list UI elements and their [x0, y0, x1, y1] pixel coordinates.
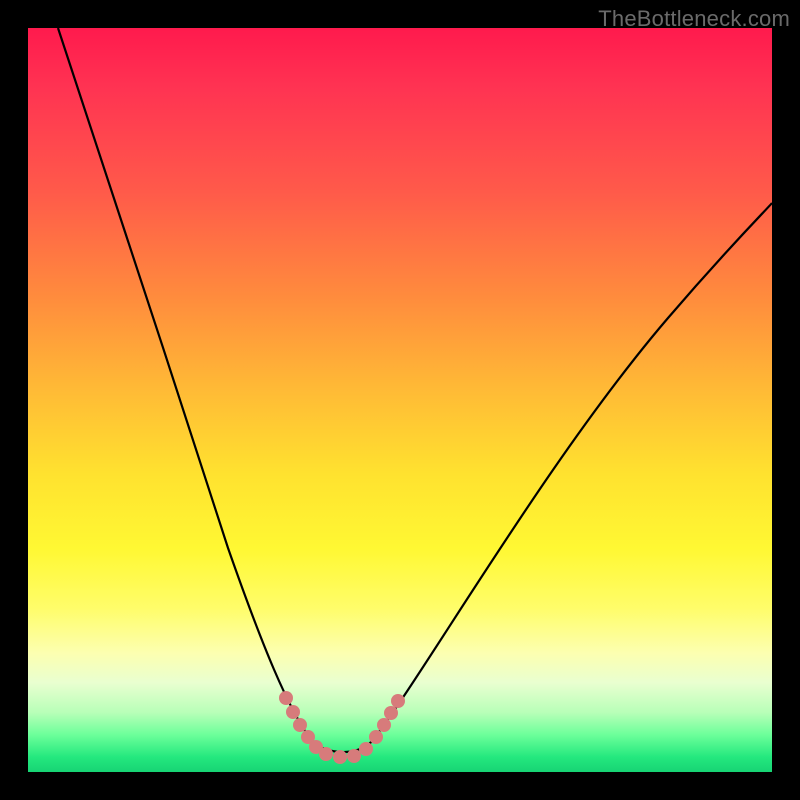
marker-dot [293, 718, 307, 732]
marker-group [279, 691, 405, 764]
marker-dot [391, 694, 405, 708]
plot-area [28, 28, 772, 772]
marker-dot [377, 718, 391, 732]
marker-dot [319, 747, 333, 761]
watermark-text: TheBottleneck.com [598, 6, 790, 32]
chart-frame: TheBottleneck.com [0, 0, 800, 800]
marker-dot [384, 706, 398, 720]
curve-layer [28, 28, 772, 772]
marker-dot [279, 691, 293, 705]
left-curve [58, 28, 311, 740]
marker-dot [333, 750, 347, 764]
marker-dot [359, 742, 373, 756]
marker-dot [347, 749, 361, 763]
right-curve [373, 203, 772, 740]
marker-dot [286, 705, 300, 719]
marker-dot [369, 730, 383, 744]
